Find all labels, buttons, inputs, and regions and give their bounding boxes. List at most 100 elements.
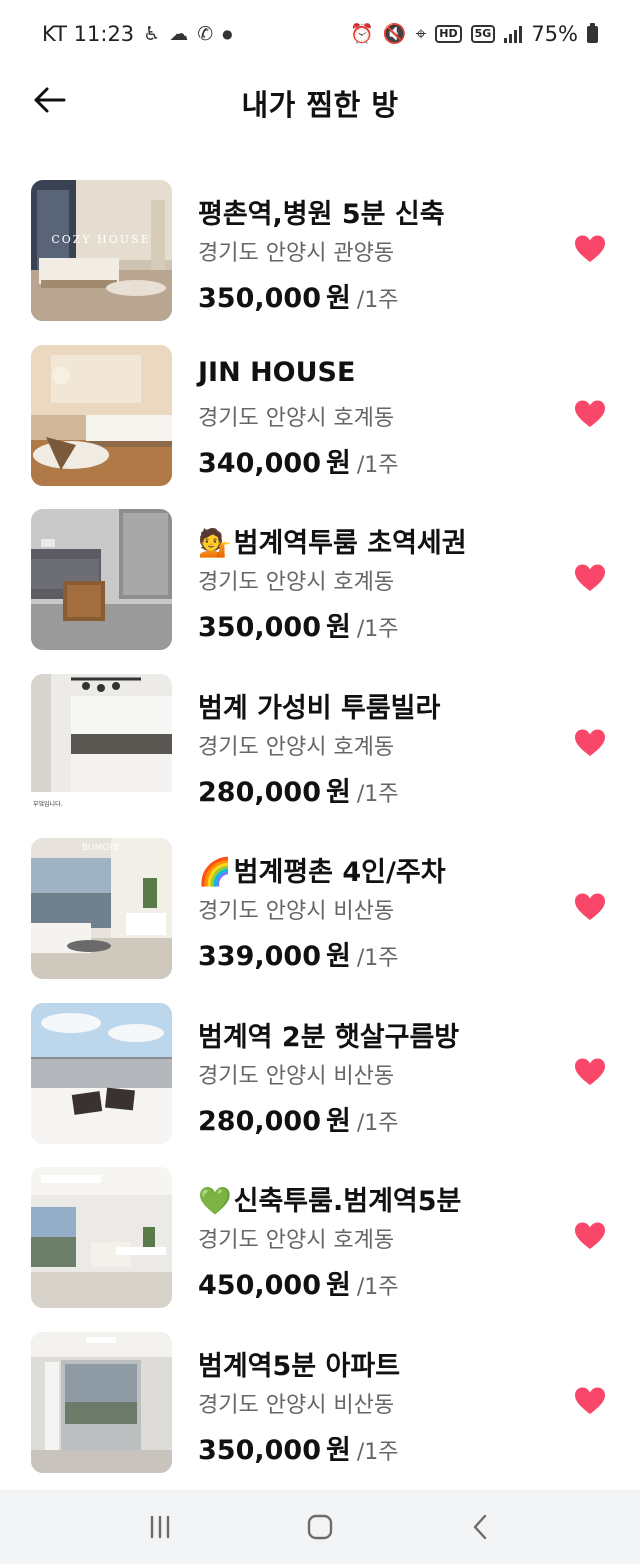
listing-location: 경기도 안양시 호계동 [198,405,395,431]
listing-title-text: 범계 가성비 투룸빌라 [198,692,441,724]
listing-title-text: 범계역5분 아파트 [198,1350,401,1382]
alarm-icon: ⏰ [350,22,374,45]
listing-title-text: 범계평촌 4인/주차 [233,857,446,888]
price-amount: 350,000 [198,612,321,643]
listing-photo [31,1167,172,1308]
price-currency: 원 [325,1270,351,1301]
status-bar: KT 11:23 ♿ ☁ ✆ ● ⏰ 🔇 ⌖ HD 5G 75% [0,0,640,68]
listing-item[interactable]: COZY HOUSE 평촌역,병원 5분 신축 경기도 안양시 관양동 350,… [0,180,640,345]
listing-location: 경기도 안양시 비산동 [198,1063,395,1089]
accessibility-icon: ♿ [143,22,161,45]
battery-percent: 75% [531,22,578,46]
listing-location: 경기도 안양시 관양동 [198,241,395,266]
listing-price: 350,000 원 /1주 [198,605,398,644]
listing-photo [31,1331,172,1473]
home-button[interactable] [290,1497,350,1557]
listing-item[interactable]: 부엌입니다. 범계 가성비 투룸빌라 경기도 안양시 호계동 280,000 원… [0,673,640,839]
recent-apps-button[interactable] [130,1497,190,1557]
dot-icon: ● [222,27,233,41]
price-amount: 450,000 [198,1270,321,1301]
listing-price: 340,000 원 /1주 [198,441,398,480]
photo-caption-text: 부엌입니다. [33,800,63,808]
heart-icon[interactable] [574,728,606,758]
listing-item[interactable]: BUMGYE 🌈범계평촌 4인/주차 경기도 안양시 비산동 339,000 원… [0,838,640,1003]
signal-icon [504,25,523,43]
listing-item[interactable]: JIN HOUSE 경기도 안양시 호계동 340,000 원 /1주 [0,344,640,510]
listing-title: 평촌역,병원 5분 신축 [198,192,445,231]
listing-title: 💁범계역투룸 초역세권 [198,521,467,560]
listing-photo: 부엌입니다. [31,673,172,815]
price-currency: 원 [325,612,351,643]
heart-icon[interactable] [574,399,606,429]
listing-item[interactable]: 범계역5분 아파트 경기도 안양시 비산동 350,000 원 /1주 [0,1331,640,1497]
price-currency: 원 [325,1434,351,1466]
favorites-list: COZY HOUSE 평촌역,병원 5분 신축 경기도 안양시 관양동 350,… [0,180,640,1496]
listing-title-text: 평촌역,병원 5분 신축 [198,199,445,230]
recent-apps-icon [150,1515,170,1539]
heart-icon[interactable] [574,1057,606,1087]
listing-location: 경기도 안양시 호계동 [198,734,395,760]
listing-item[interactable]: 💚신축투룸.범계역5분 경기도 안양시 호계동 450,000 원 /1주 [0,1167,640,1332]
listing-photo [31,509,172,650]
listing-title: 💚신축투룸.범계역5분 [198,1179,461,1218]
system-back-button[interactable] [450,1497,510,1557]
price-amount: 280,000 [198,776,321,808]
price-amount: 350,000 [198,1434,321,1466]
back-icon [473,1514,487,1540]
listing-price: 450,000 원 /1주 [198,1263,398,1302]
price-amount: 340,000 [198,447,321,479]
status-bar-left: KT 11:23 ♿ ☁ ✆ ● [42,22,233,46]
page-title: 내가 찜한 방 [241,88,399,122]
listing-title: 🌈범계평촌 4인/주차 [198,850,446,889]
price-period: /1주 [356,1275,399,1300]
listing-title: 범계 가성비 투룸빌라 [198,686,440,725]
heart-icon[interactable] [574,1221,606,1251]
price-currency: 원 [325,283,351,314]
mute-icon: 🔇 [382,22,407,45]
listing-item[interactable]: 💁범계역투룸 초역세권 경기도 안양시 호계동 350,000 원 /1주 [0,509,640,674]
listing-title-text: 범계역투룸 초역세권 [233,528,467,559]
listing-title-text: 신축투룸.범계역5분 [233,1186,462,1217]
5g-icon: 5G [470,25,496,43]
photo-watermark-text: COZY HOUSE [51,233,150,246]
heart-icon[interactable] [574,234,606,264]
price-currency: 원 [325,1105,351,1137]
price-amount: 350,000 [198,283,321,314]
listing-price: 280,000 원 /1주 [198,1099,398,1138]
wifi-calling-icon: ✆ [197,22,214,45]
listing-title-text: 범계역 2분 햇살구름방 [198,1021,460,1053]
price-amount: 280,000 [198,1105,321,1137]
price-period: /1주 [356,946,399,971]
photo-watermark-text: BUMGYE [82,843,121,853]
listing-location: 경기도 안양시 호계동 [198,1228,395,1253]
price-period: /1주 [356,288,399,313]
price-period: /1주 [356,1439,399,1465]
title-emoji-icon: 💁 [198,528,232,559]
listing-title: 범계역 2분 햇살구름방 [198,1015,459,1054]
listing-photo [31,344,172,486]
heart-icon[interactable] [574,892,606,922]
listing-location: 경기도 안양시 비산동 [198,899,395,924]
listing-title: 범계역5분 아파트 [198,1344,400,1383]
listing-title: JIN HOUSE [198,357,355,388]
listing-title-text: JIN HOUSE [198,356,356,388]
system-nav-bar [0,1490,640,1564]
price-period: /1주 [356,1110,399,1136]
status-bar-right: ⏰ 🔇 ⌖ HD 5G 75% [350,22,598,46]
listing-item[interactable]: 범계역 2분 햇살구름방 경기도 안양시 비산동 280,000 원 /1주 [0,1002,640,1168]
listing-location: 경기도 안양시 호계동 [198,570,395,595]
price-currency: 원 [325,776,351,808]
listing-price: 350,000 원 /1주 [198,1428,398,1467]
listing-photo: COZY HOUSE [31,180,172,321]
listing-location: 경기도 안양시 비산동 [198,1392,395,1418]
price-period: /1주 [356,617,399,642]
price-period: /1주 [356,452,399,478]
heart-icon[interactable] [574,1386,606,1416]
price-period: /1주 [356,781,399,807]
battery-icon [587,22,598,43]
app-header: 내가 찜한 방 [0,68,640,132]
listing-price: 280,000 원 /1주 [198,770,398,809]
heart-icon[interactable] [574,563,606,593]
price-amount: 339,000 [198,941,321,972]
title-emoji-icon: 💚 [198,1186,232,1217]
